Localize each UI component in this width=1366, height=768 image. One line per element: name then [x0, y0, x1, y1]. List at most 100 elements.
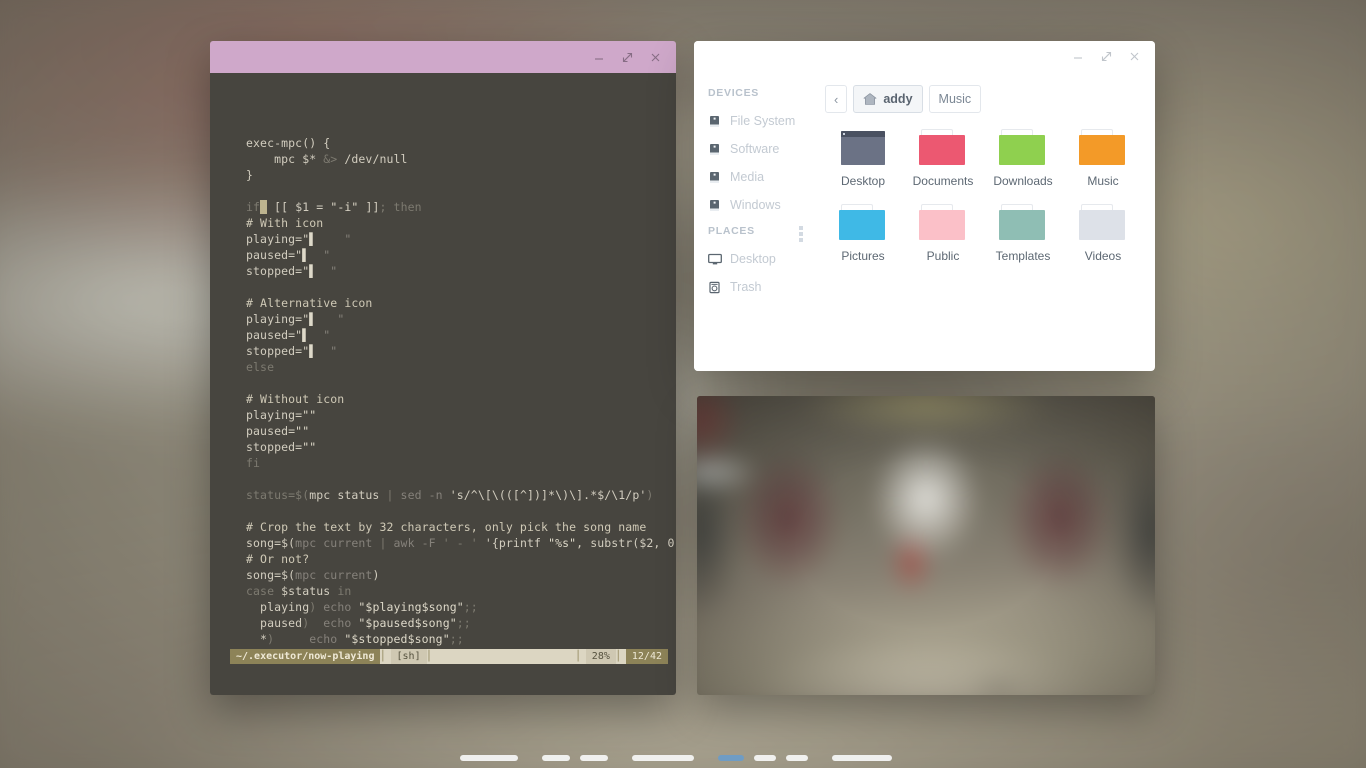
code-token: ;;	[456, 616, 471, 630]
code-line: else	[246, 359, 670, 375]
code-token: ]]	[358, 200, 380, 214]
taskbar-window-indicator-active[interactable]	[718, 755, 744, 761]
folder-item-public[interactable]: Public	[903, 204, 983, 263]
drag-handle-icon[interactable]	[799, 226, 803, 242]
code-token: }	[246, 168, 254, 182]
breadcrumb-back-button[interactable]: ‹	[825, 85, 848, 113]
terminal-window[interactable]: exec-mpc() { mpc $* &> /dev/null} if [[ $…	[210, 41, 676, 695]
code-token: "$paused$song"	[358, 616, 457, 630]
image-viewer-window[interactable]	[697, 396, 1155, 695]
code-token: in	[337, 584, 352, 598]
code-line: if [[ $1 = "-i" ]]; then	[246, 199, 670, 215]
folder-label: Videos	[1084, 249, 1122, 263]
sidebar-group-places: PLACES	[694, 219, 815, 245]
drive-icon	[708, 115, 721, 128]
code-token: *	[246, 632, 268, 646]
folder-icon	[919, 129, 967, 167]
terminal-titlebar[interactable]	[210, 41, 676, 73]
code-token: # Without icon	[246, 392, 345, 406]
sidebar-item-desktop[interactable]: Desktop	[694, 245, 815, 273]
code-token: if	[246, 200, 261, 214]
code-token: else	[246, 360, 275, 374]
statusline-position: 12/42	[625, 649, 668, 664]
code-token: stopped="	[246, 344, 310, 358]
taskbar-window-indicator[interactable]	[754, 755, 776, 761]
code-line: stopped="▌ "	[246, 263, 670, 279]
close-icon[interactable]	[648, 50, 662, 64]
maximize-icon[interactable]	[620, 50, 634, 64]
taskbar-group-2	[627, 755, 699, 761]
monitor-icon	[708, 253, 722, 266]
home-icon	[863, 92, 877, 106]
code-line: # Crop the text by 32 characters, only p…	[246, 519, 670, 535]
sidebar-item-trash[interactable]: Trash	[694, 273, 815, 301]
minimize-icon[interactable]	[592, 50, 606, 64]
taskbar-window-indicator[interactable]	[580, 755, 608, 761]
terminal-body[interactable]: exec-mpc() { mpc $* &> /dev/null} if [[ $…	[210, 73, 676, 695]
terminal-code-editor[interactable]: exec-mpc() { mpc $* &> /dev/null} if [[ $…	[246, 135, 676, 663]
folder-label: Public	[926, 249, 960, 263]
code-token: mpc $*	[246, 152, 324, 166]
code-line: case $status in	[246, 583, 670, 599]
taskbar-window-indicator[interactable]	[786, 755, 808, 761]
folder-item-desktop[interactable]: Desktop	[823, 129, 903, 188]
sidebar-item-file-system[interactable]: File System	[694, 107, 815, 135]
sidebar-item-label: File System	[730, 114, 796, 128]
maximize-icon[interactable]	[1099, 49, 1113, 63]
sidebar-group-label: PLACES	[708, 225, 755, 237]
code-line: *) echo "$stopped$song";;	[246, 631, 670, 647]
folder-item-downloads[interactable]: Downloads	[983, 129, 1063, 188]
sidebar-item-software[interactable]: Software	[694, 135, 815, 163]
folder-label: Downloads	[993, 174, 1053, 188]
code-token: "	[316, 312, 345, 326]
statusline-separator-1: ▏	[380, 649, 391, 664]
taskbar-group-4	[827, 755, 897, 761]
statusline-separator-2: ▏	[426, 649, 437, 664]
code-token: ' - '	[442, 536, 478, 550]
code-token: )	[302, 616, 324, 630]
code-token: stopped="	[246, 264, 310, 278]
sidebar-item-label: Desktop	[730, 252, 776, 266]
code-token: playing="	[246, 232, 310, 246]
code-line: exec-mpc() {	[246, 135, 670, 151]
taskbar-group-0	[455, 755, 523, 761]
folder-label: Pictures	[841, 249, 885, 263]
code-token: "	[316, 264, 338, 278]
close-icon[interactable]	[1127, 49, 1141, 63]
folder-item-documents[interactable]: Documents	[903, 129, 983, 188]
folder-icon	[1079, 129, 1127, 167]
folder-item-videos[interactable]: Videos	[1063, 204, 1143, 263]
folder-icon	[919, 204, 967, 242]
trash-icon	[708, 281, 721, 294]
taskbar-group-3	[713, 755, 813, 761]
folder-item-music[interactable]: Music	[1063, 129, 1143, 188]
taskbar[interactable]	[0, 748, 1366, 768]
code-token: paused="	[246, 328, 303, 342]
code-line: status=$(mpc status | sed -n 's/^\[\(([^…	[246, 487, 670, 503]
code-token: |	[379, 488, 401, 502]
code-token: )	[267, 632, 310, 646]
code-token: sed -n	[400, 488, 450, 502]
taskbar-window-indicator[interactable]	[460, 755, 518, 761]
code-line: # Without icon	[246, 391, 670, 407]
code-line: playing) echo "$playing$song";;	[246, 599, 670, 615]
folder-item-templates[interactable]: Templates	[983, 204, 1063, 263]
file-manager-titlebar[interactable]	[694, 41, 1155, 73]
breadcrumb-item-addy[interactable]: addy	[853, 85, 923, 113]
folder-icon	[839, 204, 887, 242]
minimize-icon[interactable]	[1071, 49, 1085, 63]
code-token: |	[372, 536, 394, 550]
code-line: # Alternative icon	[246, 295, 670, 311]
taskbar-window-indicator[interactable]	[832, 755, 892, 761]
code-token: "$playing$song"	[358, 600, 464, 614]
taskbar-window-indicator[interactable]	[632, 755, 694, 761]
code-token: "	[316, 344, 338, 358]
folder-item-pictures[interactable]: Pictures	[823, 204, 903, 263]
sidebar-item-media[interactable]: Media	[694, 163, 815, 191]
sidebar-item-windows[interactable]: Windows	[694, 191, 815, 219]
file-manager-window[interactable]: DEVICES File System Software Media Windows PL…	[694, 41, 1155, 371]
taskbar-window-indicator[interactable]	[542, 755, 570, 761]
breadcrumb-item-music[interactable]: Music	[928, 85, 982, 113]
code-token: [[ $1 =	[267, 200, 331, 214]
